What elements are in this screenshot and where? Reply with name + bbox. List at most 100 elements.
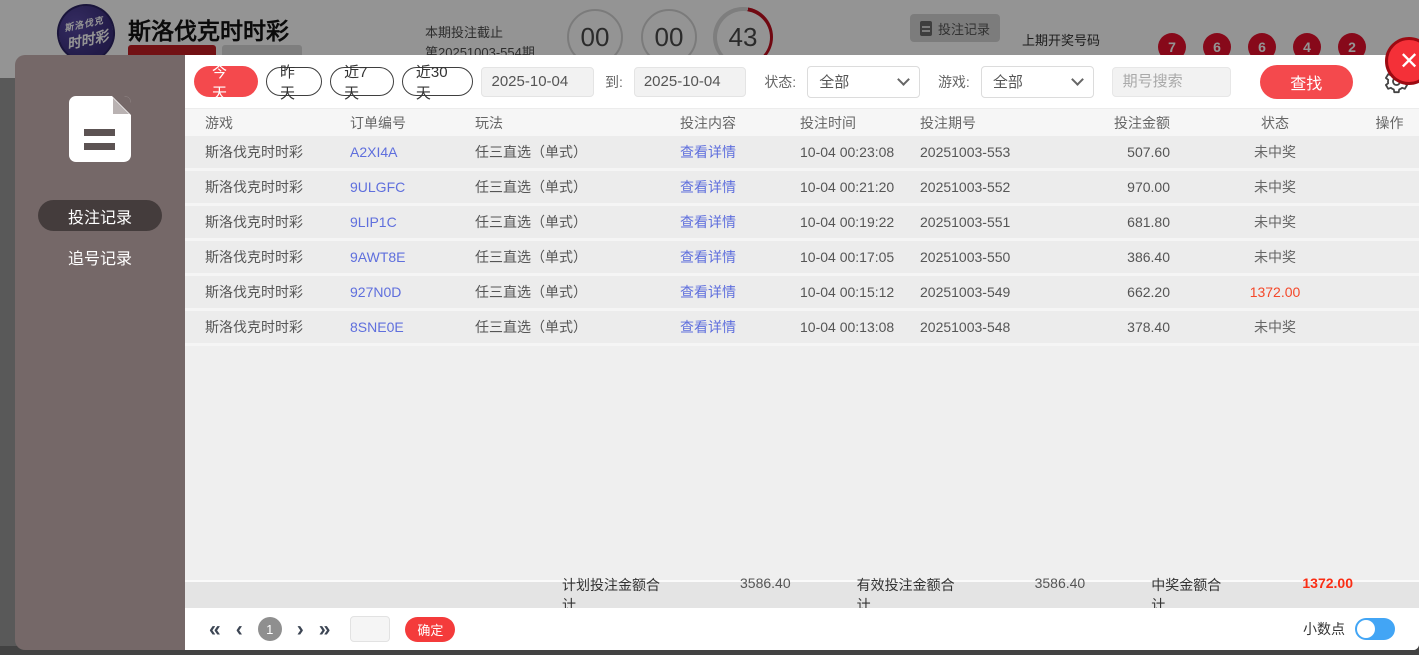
date-to-label: 到: [604,73,623,90]
cell-order-link[interactable]: 9ULGFC [350,179,475,195]
col-header-game: 游戏 [205,114,233,131]
cell-amount: 386.40 [1127,249,1170,265]
cell-period: 20251003-548 [920,319,1011,335]
cell-order-link[interactable]: A2XI4A [350,144,475,160]
cell-amount: 378.40 [1127,319,1170,335]
next-page-icon[interactable]: › [297,619,304,640]
col-header-action: 操作 [1375,114,1404,131]
game-select[interactable]: 全部 [980,65,1094,98]
page-jump-input[interactable] [350,616,391,642]
status-label: 状态: [764,73,797,90]
table-row: 斯洛伐克时时彩 927N0D 任三直选（单式） 查看详情 10-04 00:15… [185,276,1419,311]
chevron-down-icon [897,72,910,86]
cell-time: 10-04 00:19:22 [800,214,895,230]
cell-order-link[interactable]: 8SNE0E [350,319,475,335]
cell-status: 未中奖 [1254,214,1296,230]
table-row: 斯洛伐克时时彩 9ULGFC 任三直选（单式） 查看详情 10-04 00:21… [185,171,1419,206]
sidebar-item-bet-records[interactable]: 投注记录 [38,200,162,231]
cell-view-details-link[interactable]: 查看详情 [680,142,800,162]
period-search-input[interactable] [1111,66,1231,97]
cell-view-details-link[interactable]: 查看详情 [680,282,800,302]
cell-game: 斯洛伐克时时彩 [205,179,303,195]
cell-time: 10-04 00:17:05 [800,249,895,265]
last-page-icon[interactable]: » [319,619,331,640]
cell-amount: 662.20 [1127,284,1170,300]
table-body: 斯洛伐克时时彩 A2XI4A 任三直选（单式） 查看详情 10-04 00:23… [185,136,1419,580]
sidebar-item-chase-records[interactable]: 追号记录 [68,245,132,269]
modal-sidebar: 投注记录 追号记录 [15,55,185,650]
confirm-page-button[interactable]: 确定 [405,616,456,642]
game-select-value: 全部 [992,74,1023,91]
cell-play: 任三直选（单式） [475,179,587,195]
cell-game: 斯洛伐克时时彩 [205,144,303,160]
range-7days-button[interactable]: 近7天 [330,64,394,102]
cell-view-details-link[interactable]: 查看详情 [680,317,800,337]
range-today-button[interactable]: 今天 [194,64,259,102]
toggle-knob [1357,620,1375,638]
cell-view-details-link[interactable]: 查看详情 [680,177,800,197]
bet-records-modal: 投注记录 追号记录 今天 昨天 近7天 近30天 2025-10-04 到: 2… [15,55,1419,650]
cell-time: 10-04 00:23:08 [800,144,895,160]
status-select-value: 全部 [819,74,850,91]
range-30days-button[interactable]: 近30天 [401,64,474,102]
pagination-bar: « ‹ 1 › » 确定 小数点 [185,608,1419,650]
cell-amount: 970.00 [1127,179,1170,195]
cell-amount: 681.80 [1127,214,1170,230]
cell-game: 斯洛伐克时时彩 [205,249,303,265]
status-select[interactable]: 全部 [807,65,920,98]
cell-view-details-link[interactable]: 查看详情 [680,212,800,232]
table-row: 斯洛伐克时时彩 9AWT8E 任三直选（单式） 查看详情 10-04 00:17… [185,241,1419,276]
cell-view-details-link[interactable]: 查看详情 [680,247,800,267]
col-header-period: 投注期号 [920,114,976,131]
table-row: 斯洛伐克时时彩 9LIP1C 任三直选（单式） 查看详情 10-04 00:19… [185,206,1419,241]
cell-time: 10-04 00:21:20 [800,179,895,195]
cell-status: 1372.00 [1249,284,1301,300]
cell-game: 斯洛伐克时时彩 [205,214,303,230]
cell-period: 20251003-550 [920,249,1011,265]
table-row: 斯洛伐克时时彩 8SNE0E 任三直选（单式） 查看详情 10-04 00:13… [185,311,1419,346]
cell-status: 未中奖 [1254,179,1296,195]
search-button[interactable]: 查找 [1259,64,1353,99]
table-row: 斯洛伐克时时彩 A2XI4A 任三直选（单式） 查看详情 10-04 00:23… [185,136,1419,171]
range-yesterday-button[interactable]: 昨天 [266,64,323,102]
cell-status: 未中奖 [1254,144,1296,160]
col-header-time: 投注时间 [800,114,856,131]
col-header-play: 玩法 [475,114,503,131]
cell-order-link[interactable]: 927N0D [350,284,475,300]
game-label: 游戏: [937,73,970,90]
col-header-amount: 投注金额 [1114,114,1170,131]
cell-game: 斯洛伐克时时彩 [205,319,303,335]
prev-page-icon[interactable]: ‹ [236,619,243,640]
cell-period: 20251003-549 [920,284,1011,300]
decimal-toggle[interactable] [1355,618,1395,640]
col-header-status: 状态 [1261,114,1289,131]
decimal-toggle-label: 小数点 [1303,621,1345,637]
date-from-input[interactable]: 2025-10-04 [481,66,594,97]
cell-time: 10-04 00:15:12 [800,284,895,300]
date-to-input[interactable]: 2025-10-04 [633,66,747,97]
cell-status: 未中奖 [1254,319,1296,335]
records-document-icon [69,96,131,162]
col-header-content: 投注内容 [680,114,736,131]
cell-play: 任三直选（单式） [475,319,587,335]
cell-order-link[interactable]: 9LIP1C [350,214,475,230]
modal-content: 今天 昨天 近7天 近30天 2025-10-04 到: 2025-10-04 … [185,55,1419,650]
cell-time: 10-04 00:13:08 [800,319,895,335]
table-header: 游戏 订单编号 玩法 投注内容 投注时间 投注期号 投注金额 状态 操作 [185,108,1419,136]
cell-status: 未中奖 [1254,249,1296,265]
cell-game: 斯洛伐克时时彩 [205,284,303,300]
summary-bar: 计划投注金额合计 3586.40 有效投注金额合计 3586.40 中奖金额合计… [185,575,1419,613]
cell-period: 20251003-553 [920,144,1011,160]
cell-period: 20251003-552 [920,179,1011,195]
cell-play: 任三直选（单式） [475,284,587,300]
cell-play: 任三直选（单式） [475,214,587,230]
cell-order-link[interactable]: 9AWT8E [350,249,475,265]
chevron-down-icon [1070,72,1084,86]
cell-play: 任三直选（单式） [475,249,587,265]
cell-play: 任三直选（单式） [475,144,587,160]
filter-bar: 今天 昨天 近7天 近30天 2025-10-04 到: 2025-10-04 … [185,55,1419,108]
cell-amount: 507.60 [1127,144,1170,160]
page-number-button[interactable]: 1 [257,617,282,641]
col-header-order: 订单编号 [350,114,406,131]
first-page-icon[interactable]: « [209,619,221,640]
